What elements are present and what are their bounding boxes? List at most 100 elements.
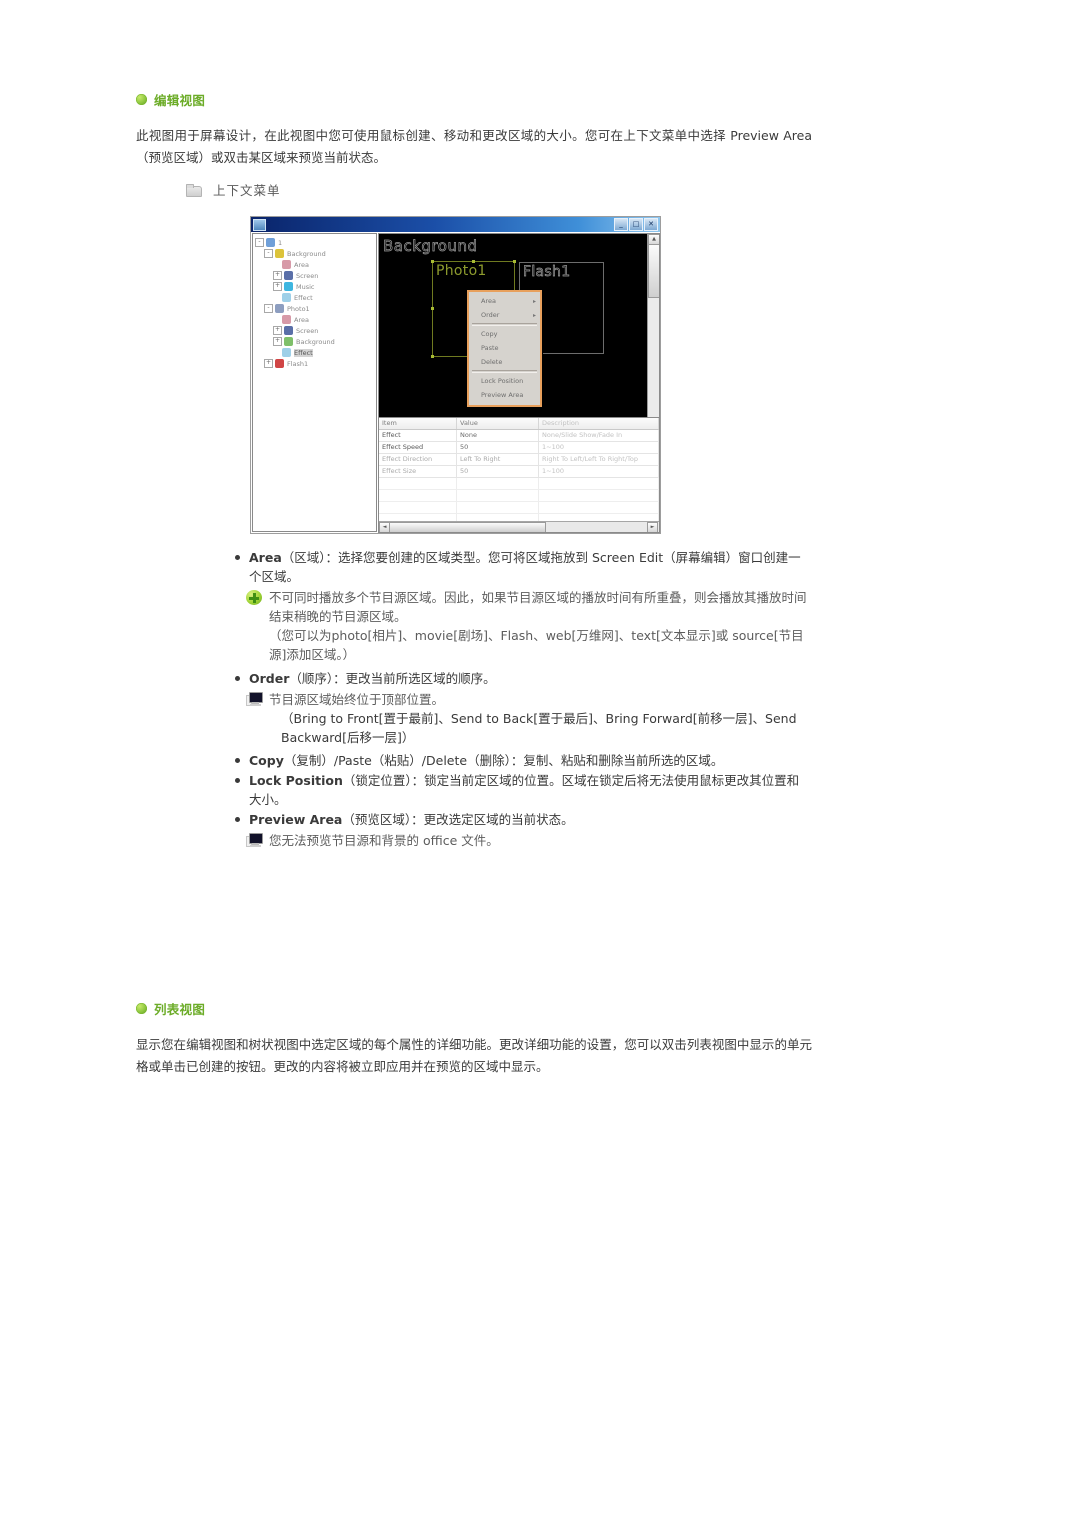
table-row-empty	[379, 490, 659, 502]
list-item-preview-area: Preview Area（预览区域）：更改选定区域的当前状态。	[233, 810, 811, 829]
table-row[interactable]: Effect Direction Left To Right Right To Le…	[379, 454, 659, 466]
tree-node-background[interactable]: + Background	[255, 336, 376, 347]
column-header-description[interactable]: Description	[539, 418, 659, 429]
tree-node-label: Photo1	[287, 304, 310, 313]
tree-expander-icon[interactable]: -	[264, 249, 273, 258]
resize-handle-w[interactable]	[431, 307, 434, 310]
minimize-button[interactable]: _	[614, 218, 628, 231]
bullet-dot	[235, 758, 240, 763]
cell-item[interactable]: Effect Speed	[379, 442, 457, 453]
context-menu-item-area[interactable]: Area ▸	[469, 294, 540, 308]
tree-expander-icon[interactable]: +	[273, 337, 282, 346]
area-icon	[282, 260, 291, 269]
monitor-note-icon	[246, 692, 263, 707]
bullet-dot	[235, 676, 240, 681]
table-row[interactable]: Effect Speed 50 1~100	[379, 442, 659, 454]
table-row-empty	[379, 478, 659, 490]
cell-empty	[539, 478, 659, 489]
desc-order: （顺序）：更改当前所选区域的顺序。	[289, 671, 496, 686]
list-view-horizontal-scrollbar[interactable]: ◄ ►	[379, 521, 659, 532]
tree-node-effect[interactable]: Effect	[255, 292, 376, 303]
tree-node-label: Background	[287, 249, 326, 258]
background-icon	[284, 337, 293, 346]
context-menu-item-delete[interactable]: Delete	[469, 355, 540, 369]
subheading-context-menu: 上下文菜单	[186, 180, 281, 199]
cell-value[interactable]: Left To Right	[457, 454, 539, 465]
cell-description[interactable]: 1~100	[539, 466, 659, 477]
application-screenshot: _ □ ✕ -1- Background Area + Screen + Music Effe…	[250, 216, 661, 534]
tree-node-background[interactable]: - Background	[255, 248, 376, 259]
tree-expander-spacer	[273, 316, 280, 323]
vertical-scroll-thumb[interactable]	[648, 244, 659, 298]
edit-view-paragraph: 此视图用于屏幕设计，在此视图中您可使用鼠标创建、移动和更改区域的大小。您可在上下…	[136, 128, 812, 165]
note-preview-area-text: 您无法预览节目源和背景的 office 文件。	[269, 833, 499, 848]
cell-description[interactable]: None/Slide Show/Fade In	[539, 430, 659, 441]
tree-node-label: Area	[294, 260, 309, 269]
cell-item[interactable]: Effect Size	[379, 466, 457, 477]
context-menu-item-label: Order	[481, 311, 500, 319]
cell-item[interactable]: Effect Direction	[379, 454, 457, 465]
close-button[interactable]: ✕	[644, 218, 658, 231]
tree-expander-spacer	[273, 261, 280, 268]
app-window-icon	[253, 218, 266, 231]
tree-node-label: Background	[296, 337, 335, 346]
tree-node-screen[interactable]: + Screen	[255, 325, 376, 336]
context-menu[interactable]: Area ▸ Order ▸ Copy Paste Delete Lock Position P…	[467, 290, 542, 407]
lv-horizontal-scroll-thumb[interactable]	[389, 522, 546, 532]
tree-expander-icon[interactable]: +	[273, 282, 282, 291]
tree-node-label: Effect	[294, 348, 313, 357]
resize-handle-n[interactable]	[472, 260, 475, 263]
context-menu-item-order[interactable]: Order ▸	[469, 308, 540, 322]
context-menu-item-paste[interactable]: Paste	[469, 341, 540, 355]
context-menu-item-lock-position[interactable]: Lock Position	[469, 374, 540, 388]
canvas-background-label: Background	[383, 237, 478, 256]
cell-description[interactable]: 1~100	[539, 442, 659, 453]
tree-expander-icon[interactable]: +	[273, 271, 282, 280]
context-menu-item-label: Lock Position	[481, 377, 524, 385]
subnote-area: （您可以为photo[相片]、movie[剧场]、Flash、web[万维网]、…	[269, 628, 804, 662]
tree-node-area[interactable]: Area	[255, 259, 376, 270]
cell-description[interactable]: Right To Left/Left To Right/Top	[539, 454, 659, 465]
lv-scroll-right-arrow-icon[interactable]: ►	[647, 522, 658, 532]
maximize-button[interactable]: □	[629, 218, 643, 231]
tree-node-1[interactable]: -1	[255, 237, 376, 248]
folder-icon	[186, 183, 202, 197]
context-menu-item-label: Copy	[481, 330, 498, 338]
cell-value[interactable]: None	[457, 430, 539, 441]
list-item-order: Order（顺序）：更改当前所选区域的顺序。	[233, 669, 811, 688]
context-menu-item-label: Preview Area	[481, 391, 524, 399]
resize-handle-nw[interactable]	[431, 260, 434, 263]
resize-handle-sw[interactable]	[431, 355, 434, 358]
section-title-list-view: 列表视图	[154, 1002, 206, 1017]
cell-value[interactable]: 50	[457, 442, 539, 453]
cell-empty	[457, 502, 539, 513]
tree-expander-icon[interactable]: -	[255, 238, 264, 247]
cell-empty	[539, 502, 659, 513]
table-row[interactable]: Effect None None/Slide Show/Fade In	[379, 430, 659, 442]
tree-node-area[interactable]: Area	[255, 314, 376, 325]
screen-icon	[284, 271, 293, 280]
tree-node-effect[interactable]: Effect	[255, 347, 376, 358]
context-menu-item-copy[interactable]: Copy	[469, 327, 540, 341]
tree-node-label: 1	[278, 238, 283, 247]
tree-expander-icon[interactable]: +	[264, 359, 273, 368]
table-row[interactable]: Effect Size 50 1~100	[379, 466, 659, 478]
column-header-value[interactable]: Value	[457, 418, 539, 429]
tree-node-photo1[interactable]: - Photo1	[255, 303, 376, 314]
list-view-panel[interactable]: Item Value Description Effect None None/Sl…	[378, 417, 660, 533]
tree-node-music[interactable]: + Music	[255, 281, 376, 292]
column-header-item[interactable]: Item	[379, 418, 457, 429]
tree-view-panel[interactable]: -1- Background Area + Screen + Music Effect - Pho…	[252, 233, 377, 532]
cell-item[interactable]: Effect	[379, 430, 457, 441]
effect-icon	[282, 293, 291, 302]
cell-value[interactable]: 50	[457, 466, 539, 477]
tree-node-screen[interactable]: + Screen	[255, 270, 376, 281]
resize-handle-ne[interactable]	[513, 260, 516, 263]
area-icon	[282, 315, 291, 324]
tree-root: -1- Background Area + Screen + Music Effect - Pho…	[253, 234, 376, 369]
context-menu-item-preview-area[interactable]: Preview Area	[469, 388, 540, 402]
tree-expander-icon[interactable]: +	[273, 326, 282, 335]
canvas-area-photo1-label: Photo1	[436, 263, 487, 279]
tree-node-flash1[interactable]: + Flash1	[255, 358, 376, 369]
tree-expander-icon[interactable]: -	[264, 304, 273, 313]
